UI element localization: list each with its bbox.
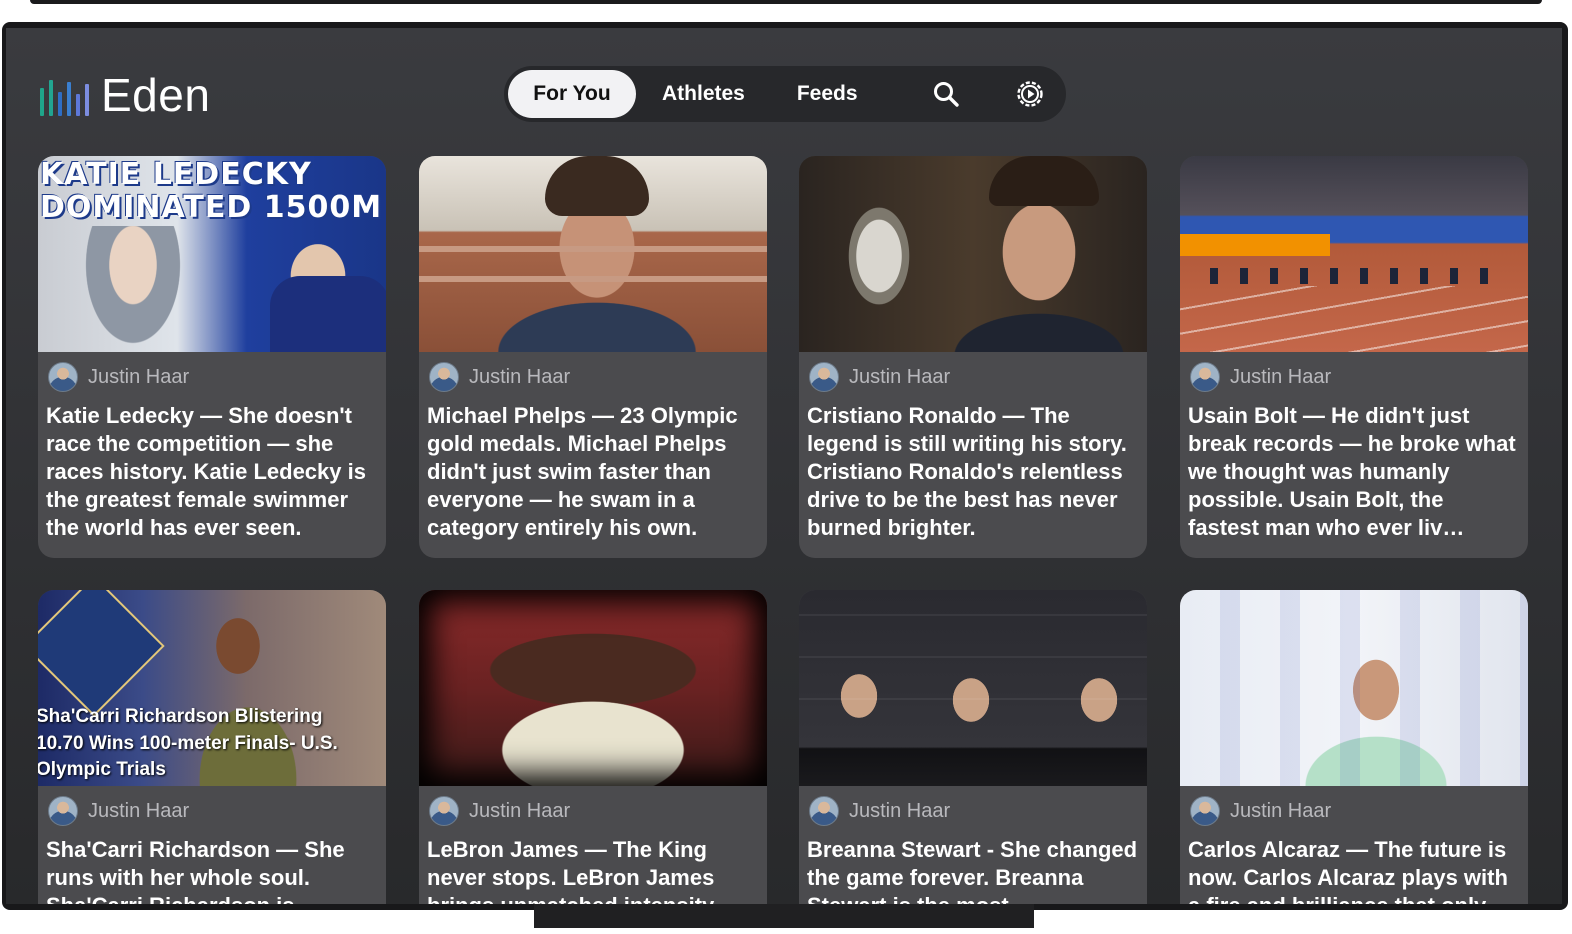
author-name: Justin Haar	[1230, 799, 1332, 822]
author-row: Justin Haar	[799, 352, 1147, 402]
search-icon[interactable]	[914, 70, 978, 118]
feed-card-michael-phelps[interactable]: Justin Haar Michael Phelps — 23 Olympic …	[419, 156, 767, 558]
feed-card-usain-bolt[interactable]: Justin Haar Usain Bolt — He didn't just …	[1180, 156, 1528, 558]
author-row: Justin Haar	[1180, 786, 1528, 836]
tv-stand	[534, 904, 1034, 928]
card-title: Breanna Stewart - She changed the game f…	[807, 837, 1138, 904]
avatar	[1190, 362, 1220, 392]
card-title: Katie Ledecky — She doesn't race the com…	[46, 403, 366, 540]
thumbnail-caption: KATIE LEDECKY DOMINATED 1500M	[40, 157, 383, 225]
author-name: Justin Haar	[88, 365, 190, 388]
avatar	[48, 796, 78, 826]
tab-athletes[interactable]: Athletes	[636, 70, 771, 118]
author-row: Justin Haar	[419, 352, 767, 402]
author-name: Justin Haar	[469, 365, 571, 388]
logo-bars-icon	[40, 80, 89, 120]
gear-icon[interactable]	[998, 70, 1062, 118]
avatar	[429, 796, 459, 826]
card-thumbnail	[799, 590, 1147, 786]
tab-for-you[interactable]: For You	[508, 70, 636, 118]
card-thumbnail	[419, 590, 767, 786]
app-screen: Eden For You Athletes Feeds KATIE LEDECK…	[6, 28, 1562, 904]
card-thumbnail: KATIE LEDECKY DOMINATED 1500M	[38, 156, 386, 352]
feed-card-cristiano-ronaldo[interactable]: Justin Haar Cristiano Ronaldo — The lege…	[799, 156, 1147, 558]
card-thumbnail	[1180, 156, 1528, 352]
feed-card-breanna-stewart[interactable]: Justin Haar Breanna Stewart - She change…	[799, 590, 1147, 904]
author-row: Justin Haar	[419, 786, 767, 836]
card-title: LeBron James — The King never stops. LeB…	[427, 837, 715, 904]
author-row: Justin Haar	[1180, 352, 1528, 402]
card-thumbnail	[1180, 590, 1528, 786]
card-title: Sha'Carri Richardson — She runs with her…	[46, 837, 345, 904]
author-name: Justin Haar	[849, 799, 951, 822]
avatar	[429, 362, 459, 392]
author-name: Justin Haar	[88, 799, 190, 822]
avatar	[48, 362, 78, 392]
card-thumbnail	[419, 156, 767, 352]
author-row: Justin Haar	[799, 786, 1147, 836]
thumbnail-caption: Sha'Carri Richardson Blistering 10.70 Wi…	[38, 706, 338, 781]
author-row: Justin Haar	[38, 352, 386, 402]
tab-feeds[interactable]: Feeds	[771, 70, 884, 118]
card-title: Cristiano Ronaldo — The legend is still …	[807, 403, 1127, 540]
app-logo[interactable]: Eden	[40, 70, 210, 120]
feed-card-katie-ledecky[interactable]: KATIE LEDECKY DOMINATED 1500M Justin Haa…	[38, 156, 386, 558]
author-row: Justin Haar	[38, 786, 386, 836]
card-title: Usain Bolt — He didn't just break record…	[1188, 403, 1516, 540]
feed-card-lebron-james[interactable]: Justin Haar LeBron James — The King neve…	[419, 590, 767, 904]
avatar	[809, 362, 839, 392]
feed-card-shacarri-richardson[interactable]: Sha'Carri Richardson Blistering 10.70 Wi…	[38, 590, 386, 904]
author-name: Justin Haar	[469, 799, 571, 822]
card-title: Carlos Alcaraz — The future is now. Carl…	[1188, 837, 1508, 904]
card-thumbnail	[799, 156, 1147, 352]
card-thumbnail: Sha'Carri Richardson Blistering 10.70 Wi…	[38, 590, 386, 786]
card-title: Michael Phelps — 23 Olympic gold medals.…	[427, 403, 738, 540]
avatar	[1190, 796, 1220, 826]
feed-card-carlos-alcaraz[interactable]: Justin Haar Carlos Alcaraz — The future …	[1180, 590, 1528, 904]
author-name: Justin Haar	[1230, 365, 1332, 388]
author-name: Justin Haar	[849, 365, 951, 388]
avatar	[809, 796, 839, 826]
top-nav: For You Athletes Feeds	[504, 66, 1066, 122]
app-name: Eden	[101, 69, 211, 121]
tv-bezel-top	[30, 0, 1542, 4]
